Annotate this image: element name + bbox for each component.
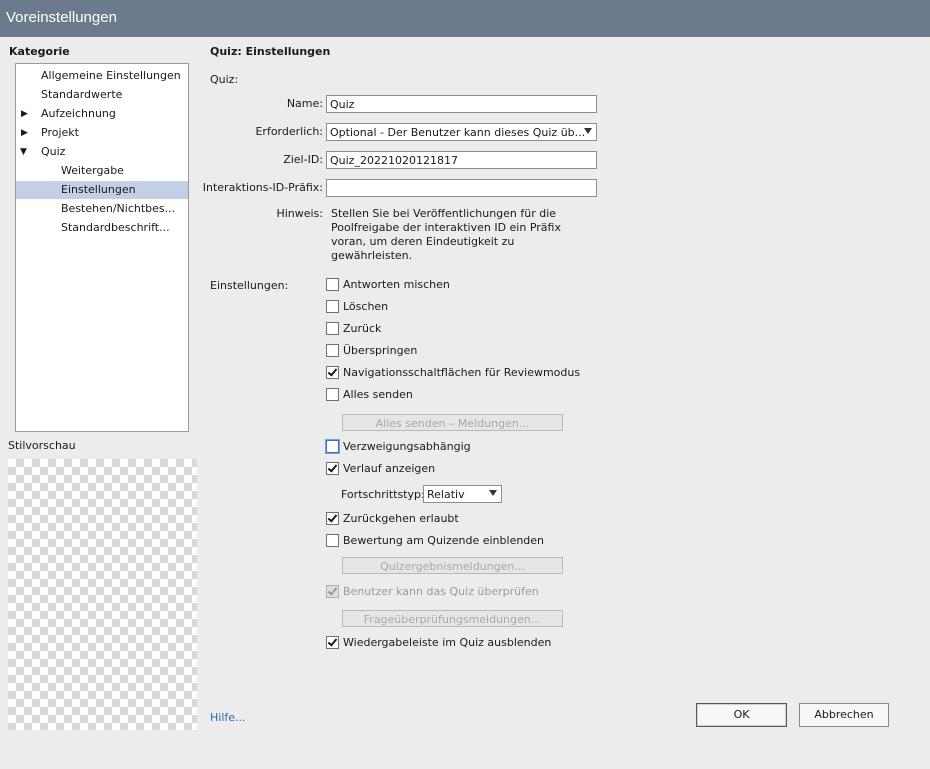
option-hide-playbar[interactable]: Wiedergabeleiste im Quiz ausblenden (326, 635, 551, 651)
checkbox[interactable] (326, 321, 339, 335)
option-show-progress[interactable]: Verlauf anzeigen (326, 461, 435, 477)
target-id-input[interactable]: Quiz_20221020121817 (326, 151, 597, 169)
review-messages-button[interactable]: Frageüberprüfungsmeldungen... (342, 610, 563, 627)
checkbox[interactable] (326, 343, 339, 357)
title-bar: Voreinstellungen (0, 0, 930, 37)
tree-item-general[interactable]: Allgemeine Einstellungen (41, 67, 181, 85)
style-preview-canvas (8, 459, 197, 730)
checkbox[interactable] (326, 533, 339, 547)
checkbox[interactable] (326, 299, 339, 313)
required-label: Erforderlich: (255, 125, 323, 138)
option-allow-back[interactable]: Zurückgehen erlaubt (326, 511, 459, 527)
option-skip[interactable]: Überspringen (326, 343, 417, 359)
category-heading: Kategorie (9, 45, 70, 58)
collapse-arrow-icon[interactable]: ▼ (20, 143, 27, 161)
hint-text: Stellen Sie bei Veröffentlichungen für d… (331, 207, 561, 262)
result-messages-button[interactable]: Quizergebnismeldungen... (342, 557, 563, 574)
required-select[interactable]: Optional - Der Benutzer kann dieses Quiz… (326, 123, 597, 141)
quiz-section-label: Quiz: (210, 73, 239, 86)
checkbox[interactable] (326, 277, 339, 291)
settings-label: Einstellungen: (210, 279, 289, 292)
tree-item-pass-fail[interactable]: Bestehen/Nichtbes... (61, 200, 175, 218)
tree-item-project[interactable]: Projekt (41, 124, 79, 142)
option-review-quiz[interactable]: Benutzer kann das Quiz überprüfen (326, 584, 539, 600)
checkbox[interactable] (326, 365, 339, 379)
tree-item-default-labels[interactable]: Standardbeschrift... (61, 219, 170, 237)
option-branch[interactable]: Verzweigungsabhängig (326, 439, 471, 455)
checkbox[interactable] (326, 461, 339, 475)
target-id-label: Ziel-ID: (283, 153, 323, 166)
cancel-button[interactable]: Abbrechen (799, 703, 889, 727)
progress-type-label: Fortschrittstyp: (341, 488, 425, 501)
ok-button[interactable]: OK (696, 703, 787, 727)
hint-label: Hinweis: (276, 207, 323, 220)
tree-item-settings[interactable]: Einstellungen (16, 181, 188, 199)
option-submit-all[interactable]: Alles senden (326, 387, 413, 403)
option-show-score[interactable]: Bewertung am Quizende einblenden (326, 533, 544, 549)
option-back[interactable]: Zurück (326, 321, 381, 337)
chevron-down-icon (489, 490, 497, 496)
checkbox[interactable] (326, 635, 339, 649)
tree-item-recording[interactable]: Aufzeichnung (41, 105, 116, 123)
tree-item-quiz[interactable]: Quiz (41, 143, 65, 161)
style-preview-label: Stilvorschau (8, 439, 76, 452)
expand-arrow-icon[interactable]: ▶ (21, 105, 28, 123)
prefix-input[interactable] (326, 179, 597, 197)
help-link[interactable]: Hilfe... (210, 711, 246, 724)
option-shuffle[interactable]: Antworten mischen (326, 277, 450, 293)
expand-arrow-icon[interactable]: ▶ (21, 124, 28, 142)
checkbox[interactable] (326, 584, 339, 598)
prefix-label: Interaktions-ID-Präfix: (202, 181, 323, 194)
tree-item-publish[interactable]: Weitergabe (61, 162, 124, 180)
option-clear[interactable]: Löschen (326, 299, 388, 315)
option-review-nav[interactable]: Navigationsschaltflächen für Reviewmodus (326, 365, 580, 381)
checkbox[interactable] (326, 511, 339, 525)
page-title: Quiz: Einstellungen (210, 45, 331, 58)
tree-item-defaults[interactable]: Standardwerte (41, 86, 122, 104)
window-title: Voreinstellungen (6, 9, 117, 26)
category-tree[interactable]: Allgemeine Einstellungen Standardwerte ▶… (15, 63, 189, 432)
name-label: Name: (286, 97, 323, 110)
submit-all-messages-button[interactable]: Alles senden – Meldungen... (342, 414, 563, 431)
name-input[interactable]: Quiz (326, 95, 597, 113)
progress-type-select[interactable]: Relativ (423, 485, 502, 503)
checkbox[interactable] (326, 387, 339, 401)
checkbox[interactable] (326, 439, 339, 453)
chevron-down-icon (584, 128, 592, 134)
